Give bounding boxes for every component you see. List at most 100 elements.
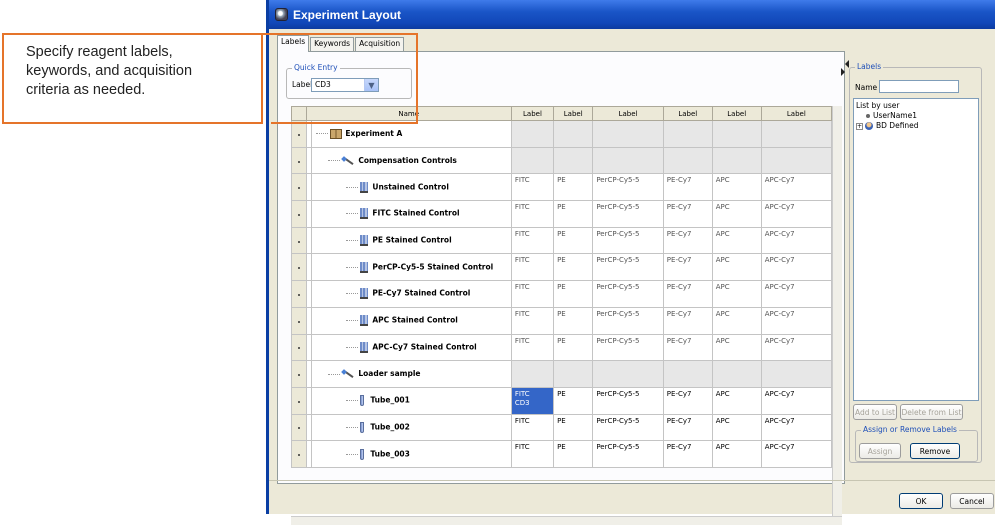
- assign-button[interactable]: Assign: [859, 443, 901, 459]
- label-cell[interactable]: PE-Cy7: [662, 253, 713, 282]
- label-cell[interactable]: [662, 146, 713, 175]
- label-cell[interactable]: APC-Cy7: [760, 173, 833, 202]
- label-cell[interactable]: PerCP-Cy5-5: [592, 226, 664, 255]
- label-column-header-6[interactable]: Label: [760, 106, 833, 121]
- tab-keywords[interactable]: Keywords: [310, 37, 355, 52]
- table-row[interactable]: Tube_002 FITC PE PerCP-Cy5-5 PE-Cy7 APC APC-Cy…: [291, 413, 833, 442]
- label-cell[interactable]: PerCP-Cy5-5: [592, 413, 664, 442]
- label-cell[interactable]: FITC CD3: [510, 386, 555, 415]
- label-cell[interactable]: PE-Cy7: [662, 173, 713, 202]
- label-select[interactable]: CD3 ▼: [311, 78, 379, 92]
- label-cell[interactable]: APC: [711, 226, 762, 255]
- label-cell[interactable]: PE-Cy7: [662, 440, 713, 468]
- label-column-header-4[interactable]: Label: [662, 106, 713, 121]
- label-cell[interactable]: FITC: [510, 173, 555, 202]
- tab-acquisition[interactable]: Acquisition: [355, 37, 405, 52]
- label-column-header-3[interactable]: Label: [592, 106, 664, 121]
- label-cell[interactable]: APC-Cy7: [760, 386, 833, 415]
- row-selector[interactable]: [291, 413, 307, 442]
- label-cell[interactable]: APC: [711, 306, 762, 335]
- label-cell[interactable]: [760, 146, 833, 175]
- row-selector[interactable]: [291, 120, 307, 148]
- label-cell[interactable]: [510, 146, 555, 175]
- label-cell[interactable]: APC-Cy7: [760, 413, 833, 442]
- label-cell[interactable]: APC-Cy7: [760, 280, 833, 308]
- row-name[interactable]: Tube_001: [311, 386, 512, 415]
- ok-button[interactable]: OK: [899, 493, 943, 509]
- delete-from-list-button[interactable]: Delete from List: [900, 404, 963, 420]
- label-cell[interactable]: PE-Cy7: [662, 280, 713, 308]
- label-cell[interactable]: [510, 360, 555, 388]
- label-cell[interactable]: PerCP-Cy5-5: [592, 200, 664, 228]
- label-cell[interactable]: [662, 120, 713, 148]
- label-cell[interactable]: [510, 120, 555, 148]
- label-cell[interactable]: APC-Cy7: [760, 200, 833, 228]
- label-cell[interactable]: [760, 360, 833, 388]
- label-cell[interactable]: FITC: [510, 306, 555, 335]
- label-cell[interactable]: FITC: [510, 440, 555, 468]
- label-cell[interactable]: APC-Cy7: [760, 226, 833, 255]
- label-cell[interactable]: PE: [553, 440, 594, 468]
- labels-tree[interactable]: List by user UserName1 + BD Defined: [853, 98, 979, 401]
- row-name[interactable]: PerCP-Cy5-5 Stained Control: [311, 253, 512, 282]
- grid-horizontal-scrollbar[interactable]: [291, 516, 842, 525]
- label-cell[interactable]: PerCP-Cy5-5: [592, 280, 664, 308]
- label-cell[interactable]: FITC: [510, 226, 555, 255]
- expand-icon[interactable]: +: [856, 122, 863, 130]
- label-cell[interactable]: [592, 120, 664, 148]
- table-row[interactable]: Experiment A: [291, 120, 833, 148]
- label-cell[interactable]: PE-Cy7: [662, 333, 713, 362]
- row-selector[interactable]: [291, 440, 307, 468]
- label-cell[interactable]: [553, 360, 594, 388]
- label-cell[interactable]: [662, 360, 713, 388]
- label-cell[interactable]: PE: [553, 173, 594, 202]
- label-cell[interactable]: APC-Cy7: [760, 440, 833, 468]
- table-row[interactable]: Unstained Control FITC PE PerCP-Cy5-5 PE-Cy7…: [291, 173, 833, 202]
- title-bar[interactable]: Experiment Layout: [269, 0, 995, 29]
- label-cell[interactable]: PerCP-Cy5-5: [592, 333, 664, 362]
- table-row[interactable]: PE-Cy7 Stained Control FITC PE PerCP-Cy5-5 P…: [291, 280, 833, 308]
- label-cell[interactable]: APC-Cy7: [760, 306, 833, 335]
- add-to-list-button[interactable]: Add to List: [853, 404, 897, 420]
- label-cell[interactable]: [592, 360, 664, 388]
- label-cell[interactable]: PE: [553, 333, 594, 362]
- tab-labels[interactable]: Labels: [277, 35, 310, 52]
- grid-vertical-scrollbar[interactable]: [832, 106, 842, 516]
- row-name[interactable]: Unstained Control: [311, 173, 512, 202]
- row-selector[interactable]: [291, 200, 307, 228]
- label-cell[interactable]: PerCP-Cy5-5: [592, 440, 664, 468]
- row-selector[interactable]: [291, 146, 307, 175]
- row-name[interactable]: Tube_002: [311, 413, 512, 442]
- name-column-header[interactable]: Name: [305, 106, 512, 121]
- table-row[interactable]: PE Stained Control FITC PE PerCP-Cy5-5 PE-Cy…: [291, 226, 833, 255]
- label-column-header-5[interactable]: Label: [711, 106, 762, 121]
- row-name[interactable]: PE-Cy7 Stained Control: [311, 280, 512, 308]
- label-cell[interactable]: PE: [553, 306, 594, 335]
- label-cell[interactable]: PE-Cy7: [662, 200, 713, 228]
- label-cell[interactable]: PerCP-Cy5-5: [592, 173, 664, 202]
- label-cell[interactable]: PE-Cy7: [662, 386, 713, 415]
- row-name[interactable]: Compensation Controls: [311, 146, 512, 175]
- label-cell[interactable]: PE: [553, 253, 594, 282]
- row-selector[interactable]: [291, 360, 307, 388]
- table-row[interactable]: Compensation Controls: [291, 146, 833, 175]
- collapse-right-icon[interactable]: [841, 68, 849, 76]
- label-column-header-1[interactable]: Label: [510, 106, 555, 121]
- label-cell[interactable]: FITC: [510, 200, 555, 228]
- tree-item-bd-defined[interactable]: + BD Defined: [856, 121, 976, 131]
- row-name[interactable]: APC Stained Control: [311, 306, 512, 335]
- label-cell[interactable]: APC-Cy7: [760, 333, 833, 362]
- label-cell[interactable]: APC: [711, 253, 762, 282]
- label-cell[interactable]: APC: [711, 200, 762, 228]
- table-row[interactable]: FITC Stained Control FITC PE PerCP-Cy5-5 PE-…: [291, 200, 833, 228]
- row-selector[interactable]: [291, 226, 307, 255]
- row-name[interactable]: Experiment A: [311, 120, 512, 148]
- label-cell[interactable]: PE: [553, 386, 594, 415]
- label-cell[interactable]: APC-Cy7: [760, 253, 833, 282]
- label-cell[interactable]: PE-Cy7: [662, 413, 713, 442]
- label-cell[interactable]: PerCP-Cy5-5: [592, 306, 664, 335]
- row-name[interactable]: PE Stained Control: [311, 226, 512, 255]
- label-cell[interactable]: PE-Cy7: [662, 306, 713, 335]
- label-cell[interactable]: PerCP-Cy5-5: [592, 386, 664, 415]
- row-selector[interactable]: [291, 280, 307, 308]
